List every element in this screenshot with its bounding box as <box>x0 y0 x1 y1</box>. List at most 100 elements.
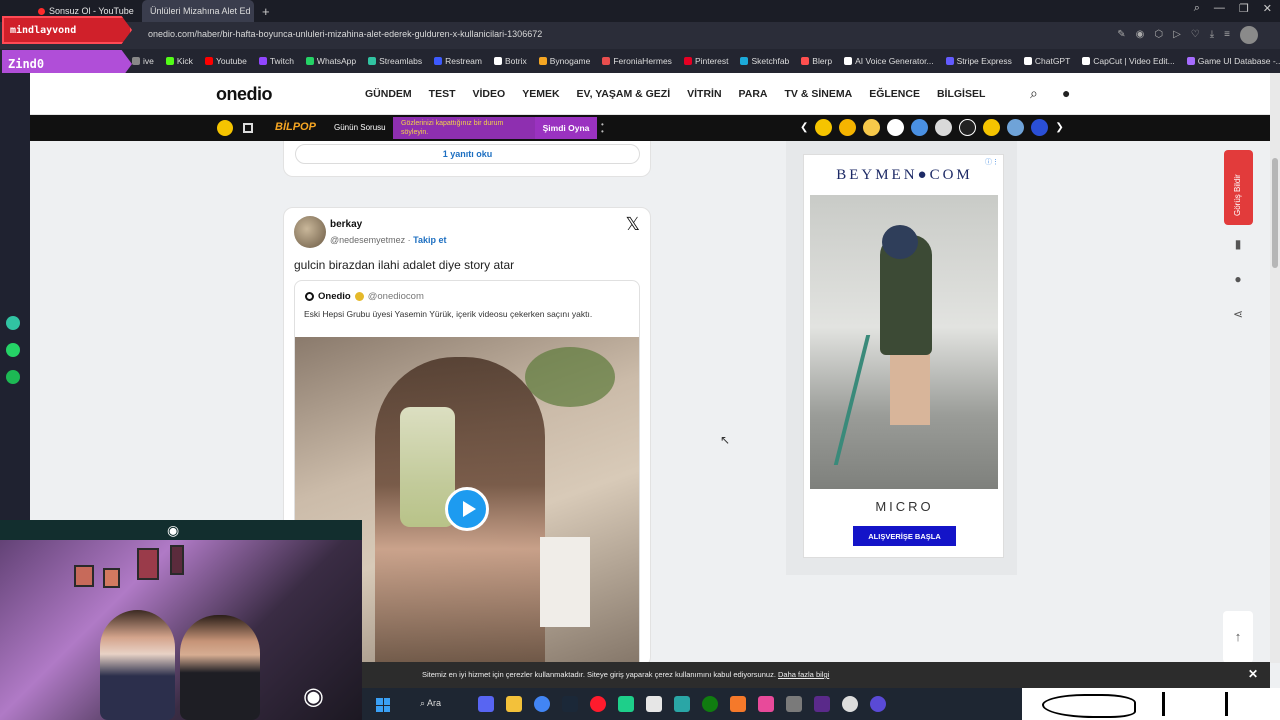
love-emoji-icon[interactable] <box>815 119 833 136</box>
blender-icon[interactable] <box>730 696 746 712</box>
close-icon[interactable]: ✕ <box>1248 667 1258 681</box>
bookmark-item[interactable]: FeroniaHermes <box>602 56 672 66</box>
nav-item[interactable]: VİDEO <box>473 88 506 100</box>
gamepad-icon[interactable] <box>243 123 253 133</box>
bookmark-icon[interactable]: ▮ <box>1229 237 1247 255</box>
bookmark-item[interactable]: CapCut | Video Edit... <box>1082 56 1175 66</box>
edit-icon[interactable]: ✎ <box>1117 29 1125 40</box>
bookmark-item[interactable]: Kick <box>165 56 193 66</box>
scroll-top-button[interactable]: ↑ <box>1223 611 1253 663</box>
heart-icon[interactable]: ♡ <box>1191 29 1200 40</box>
tweet-author-name[interactable]: berkay <box>330 219 362 230</box>
nav-item[interactable]: EĞLENCE <box>869 88 920 100</box>
sad-emoji-icon[interactable] <box>839 119 857 136</box>
bookmark-item[interactable]: AI Voice Generator... <box>844 56 934 66</box>
tab-onedio[interactable]: Ünlüleri Mizahına Alet Ed <box>142 0 254 22</box>
nav-item[interactable]: BİLGİSEL <box>937 88 985 100</box>
search-icon[interactable]: ⌕ <box>1030 85 1038 102</box>
bookmark-item[interactable]: ChatGPT <box>1023 56 1070 66</box>
download-icon[interactable]: ⤓ <box>1210 29 1214 40</box>
badge-emoji-icon[interactable] <box>1031 119 1049 136</box>
shield-icon[interactable]: ⬡ <box>1154 29 1163 40</box>
chevron-right-icon[interactable]: ❯ <box>1055 122 1063 133</box>
streamlabs-icon[interactable] <box>6 316 20 330</box>
more-icon[interactable]: • • <box>601 121 604 136</box>
game-icon[interactable] <box>217 120 233 136</box>
site-logo[interactable]: onedio <box>216 84 273 105</box>
maximize-icon[interactable]: ❐ <box>1239 2 1249 15</box>
comments-icon[interactable]: ● <box>1229 272 1247 290</box>
bookmark-item[interactable]: Botrix <box>493 56 527 66</box>
bilpop-logo[interactable]: BİLPOP <box>275 121 316 133</box>
plus-emoji-icon[interactable] <box>887 119 905 136</box>
app-icon[interactable] <box>674 696 690 712</box>
read-replies-button[interactable]: 1 yanıtı oku <box>295 144 640 164</box>
neutral-emoji-icon[interactable] <box>935 119 953 136</box>
bookmark-item[interactable]: Streamlabs <box>368 56 422 66</box>
x-logo-icon[interactable]: 𝕏 <box>625 214 640 235</box>
whatsapp-icon[interactable] <box>618 696 634 712</box>
ad-info-icon[interactable]: ⓘ⋮ <box>985 157 999 167</box>
bookmark-item[interactable]: ive <box>132 56 154 66</box>
bookmark-item[interactable]: WhatsApp <box>305 56 356 66</box>
menu-icon[interactable]: ≡ <box>1224 29 1230 40</box>
nav-item[interactable]: GÜNDEM <box>365 88 412 100</box>
ok-emoji-icon[interactable] <box>959 119 977 136</box>
url-field[interactable]: onedio.com/haber/bir-hafta-boyunca-unlul… <box>148 29 542 39</box>
unity-icon[interactable] <box>786 696 802 712</box>
laugh-emoji-icon[interactable] <box>863 119 881 136</box>
taskbar-search[interactable]: ⌕ Ara <box>420 698 441 709</box>
play-button[interactable] <box>445 487 489 531</box>
chatgpt-icon[interactable] <box>842 696 858 712</box>
windows-start-icon[interactable] <box>376 698 390 712</box>
folder-icon[interactable] <box>506 696 522 712</box>
bookmark-item[interactable]: Sketchfab <box>740 56 789 66</box>
bookmark-item[interactable]: Bynogame <box>538 56 590 66</box>
ad-shop-button[interactable]: ALIŞVERİŞE BAŞLA <box>853 526 956 546</box>
vs-icon[interactable] <box>814 696 830 712</box>
bookmark-item[interactable]: Blerp <box>801 56 832 66</box>
bookmark-item[interactable]: Pinterest <box>683 56 728 66</box>
wow-emoji-icon[interactable] <box>911 119 929 136</box>
share-icon[interactable]: ⋖ <box>1229 307 1247 325</box>
nav-item[interactable]: VİTRİN <box>687 88 721 100</box>
nav-item[interactable]: TV & SİNEMA <box>785 88 853 100</box>
profile-avatar[interactable] <box>1240 26 1258 44</box>
bookmark-item[interactable]: Twitch <box>258 56 294 66</box>
nav-item[interactable]: PARA <box>739 88 768 100</box>
chevron-left-icon[interactable]: ❮ <box>800 122 808 133</box>
play-icon[interactable]: ▷ <box>1173 29 1181 40</box>
cold-emoji-icon[interactable] <box>1007 119 1025 136</box>
discord-icon[interactable] <box>478 696 494 712</box>
slack-icon[interactable] <box>646 696 662 712</box>
minimize-icon[interactable]: — <box>1214 2 1225 15</box>
obs-icon[interactable] <box>870 696 886 712</box>
search-icon[interactable]: ⌕ <box>1194 2 1200 15</box>
steam-icon[interactable] <box>562 696 578 712</box>
avatar[interactable] <box>294 216 326 248</box>
camera-icon[interactable]: ◉ <box>1136 29 1145 40</box>
nav-item[interactable]: TEST <box>429 88 456 100</box>
new-tab-icon[interactable]: + <box>262 4 270 19</box>
advertisement[interactable]: ⓘ⋮ BEYMEN●COM MICRO ALIŞVERİŞE BAŞLA <box>803 154 1004 558</box>
follow-button[interactable]: Takip et <box>413 235 446 245</box>
chrome-icon[interactable] <box>534 696 550 712</box>
opera-icon[interactable] <box>590 696 606 712</box>
smile-emoji-icon[interactable] <box>983 119 1001 136</box>
handle-text[interactable]: @nedesemyetmez <box>330 235 405 245</box>
promo-question[interactable]: Gözlerinizi kapattığınız bir durum söyle… <box>393 117 535 139</box>
paint-icon[interactable] <box>758 696 774 712</box>
user-icon[interactable]: ● <box>1062 85 1070 101</box>
cookie-more-link[interactable]: Daha fazla bilgi <box>778 670 829 679</box>
play-now-button[interactable]: Şimdi Oyna <box>535 117 597 139</box>
feedback-button[interactable]: Görüş Bildir <box>1224 150 1253 225</box>
xbox-icon[interactable] <box>702 696 718 712</box>
page-scrollbar[interactable] <box>1270 73 1280 663</box>
whatsapp-icon[interactable] <box>6 343 20 357</box>
spotify-icon[interactable] <box>6 370 20 384</box>
nav-item[interactable]: EV, YAŞAM & GEZİ <box>577 88 671 100</box>
bookmark-item[interactable]: Youtube <box>204 56 247 66</box>
scrollbar-thumb[interactable] <box>1272 158 1278 268</box>
nav-item[interactable]: YEMEK <box>522 88 559 100</box>
bookmark-item[interactable]: Game UI Database -... <box>1186 56 1280 66</box>
